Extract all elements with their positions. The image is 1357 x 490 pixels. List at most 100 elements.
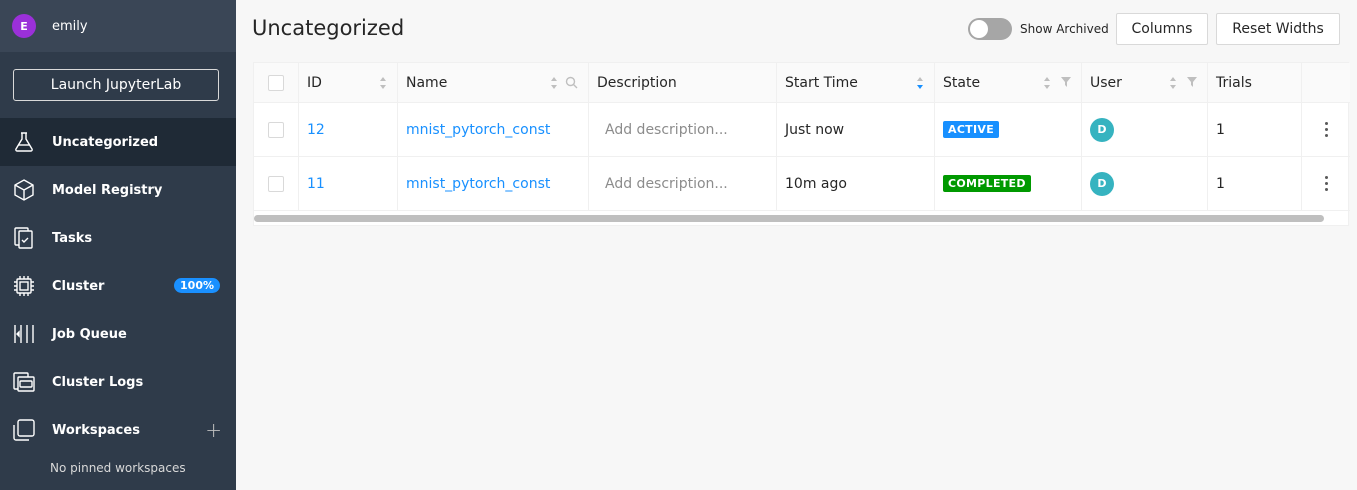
cell-user: D [1082, 103, 1208, 156]
sidebar-item-cluster[interactable]: Cluster 100% [0, 262, 236, 310]
sidebar-item-label: Uncategorized [52, 134, 159, 150]
table-row[interactable]: 12 mnist_pytorch_const Add description..… [254, 103, 1350, 157]
launch-jupyterlab-button[interactable]: Launch JupyterLab [13, 69, 219, 101]
state-badge: COMPLETED [943, 175, 1031, 192]
trials-count: 1 [1216, 175, 1225, 192]
sidebar-item-label: Job Queue [52, 326, 127, 342]
cell-actions [1302, 103, 1350, 156]
state-badge: ACTIVE [943, 121, 1000, 138]
header-label: State [943, 74, 981, 91]
sidebar-item-workspaces[interactable]: Workspaces + [0, 406, 236, 454]
start-time-text: Just now [785, 121, 845, 138]
header-name[interactable]: Name [398, 63, 589, 102]
user-menu[interactable]: E emily [0, 0, 236, 52]
row-select [254, 103, 299, 156]
start-time-text: 10m ago [785, 175, 847, 192]
sort-icon[interactable] [1043, 76, 1051, 90]
experiment-id-link[interactable]: 12 [307, 122, 325, 138]
sidebar: E emily Launch JupyterLab Uncategorized … [0, 0, 236, 490]
workspaces-icon [12, 418, 36, 442]
select-all-checkbox[interactable] [268, 74, 284, 91]
sort-descending-icon[interactable] [916, 76, 924, 90]
sidebar-item-label: Workspaces [52, 422, 140, 438]
header-select-all [254, 63, 299, 102]
cell-trials: 1 [1208, 157, 1302, 210]
search-icon[interactable] [565, 76, 578, 89]
header-state[interactable]: State [935, 63, 1082, 102]
page-title: Uncategorized [252, 16, 405, 40]
cell-description[interactable]: Add description... [589, 103, 777, 156]
queue-icon [12, 322, 36, 346]
more-actions-icon[interactable] [1324, 122, 1328, 137]
sidebar-item-job-queue[interactable]: Job Queue [0, 310, 236, 358]
row-checkbox[interactable] [268, 175, 284, 192]
user-avatar: E [12, 14, 36, 38]
header-label: Name [406, 74, 448, 91]
more-actions-icon[interactable] [1324, 176, 1328, 191]
table-header: ID Name Description Start Time State Use… [254, 63, 1350, 103]
header-trials: Trials [1208, 63, 1302, 102]
header-label: Start Time [785, 74, 858, 91]
experiments-table: ID Name Description Start Time State Use… [253, 62, 1350, 226]
plus-icon[interactable]: + [205, 418, 222, 442]
cell-id: 11 [299, 157, 398, 210]
header-start-time[interactable]: Start Time [777, 63, 935, 102]
show-archived-toggle[interactable] [968, 18, 1012, 40]
filter-icon[interactable] [1187, 77, 1197, 87]
main-content: Uncategorized Show Archived Columns Rese… [236, 0, 1357, 490]
cell-start-time: 10m ago [777, 157, 935, 210]
columns-button[interactable]: Columns [1116, 13, 1208, 45]
cell-description[interactable]: Add description... [589, 157, 777, 210]
cube-icon [12, 178, 36, 202]
scrollbar-thumb[interactable] [254, 215, 1324, 222]
experiment-name-link[interactable]: mnist_pytorch_const [406, 176, 550, 192]
sidebar-item-uncategorized[interactable]: Uncategorized [0, 118, 236, 166]
logs-icon [12, 370, 36, 394]
user-name: emily [52, 18, 88, 34]
reset-widths-button[interactable]: Reset Widths [1216, 13, 1340, 45]
header-label: Trials [1216, 74, 1252, 91]
sort-icon[interactable] [1169, 76, 1177, 90]
sidebar-item-label: Cluster Logs [52, 374, 144, 390]
table-row[interactable]: 11 mnist_pytorch_const Add description..… [254, 157, 1350, 211]
header-label: Description [597, 74, 677, 91]
sidebar-item-label: Model Registry [52, 182, 163, 198]
user-avatar: D [1090, 171, 1114, 196]
cell-user: D [1082, 157, 1208, 210]
cell-start-time: Just now [777, 103, 935, 156]
row-checkbox[interactable] [268, 121, 284, 138]
chip-icon [12, 274, 36, 298]
sidebar-item-label: Tasks [52, 230, 93, 246]
sort-icon[interactable] [550, 76, 558, 90]
header-label: User [1090, 74, 1122, 91]
sort-icon[interactable] [379, 76, 387, 90]
cluster-usage-badge: 100% [174, 278, 220, 293]
horizontal-scrollbar[interactable] [254, 214, 1350, 223]
description-placeholder[interactable]: Add description... [597, 176, 728, 192]
cell-state: ACTIVE [935, 103, 1082, 156]
filter-icon[interactable] [1061, 77, 1071, 87]
header-user[interactable]: User [1082, 63, 1208, 102]
cell-name: mnist_pytorch_const [398, 103, 589, 156]
cell-state: COMPLETED [935, 157, 1082, 210]
show-archived-control: Show Archived [968, 18, 1109, 40]
row-select [254, 157, 299, 210]
cell-id: 12 [299, 103, 398, 156]
sidebar-item-label: Cluster [52, 278, 105, 294]
description-placeholder[interactable]: Add description... [597, 122, 728, 138]
flask-icon [12, 130, 36, 154]
sidebar-item-cluster-logs[interactable]: Cluster Logs [0, 358, 236, 406]
experiment-id-link[interactable]: 11 [307, 176, 325, 192]
user-avatar: D [1090, 117, 1114, 142]
sidebar-item-tasks[interactable]: Tasks [0, 214, 236, 262]
show-archived-label: Show Archived [1020, 22, 1109, 36]
tasks-icon [12, 226, 36, 250]
header-actions [1302, 63, 1350, 102]
sidebar-item-model-registry[interactable]: Model Registry [0, 166, 236, 214]
toggle-knob [970, 20, 988, 38]
header-id[interactable]: ID [299, 63, 398, 102]
header-label: ID [307, 74, 322, 91]
cell-trials: 1 [1208, 103, 1302, 156]
experiment-name-link[interactable]: mnist_pytorch_const [406, 122, 550, 138]
header-description: Description [589, 63, 777, 102]
